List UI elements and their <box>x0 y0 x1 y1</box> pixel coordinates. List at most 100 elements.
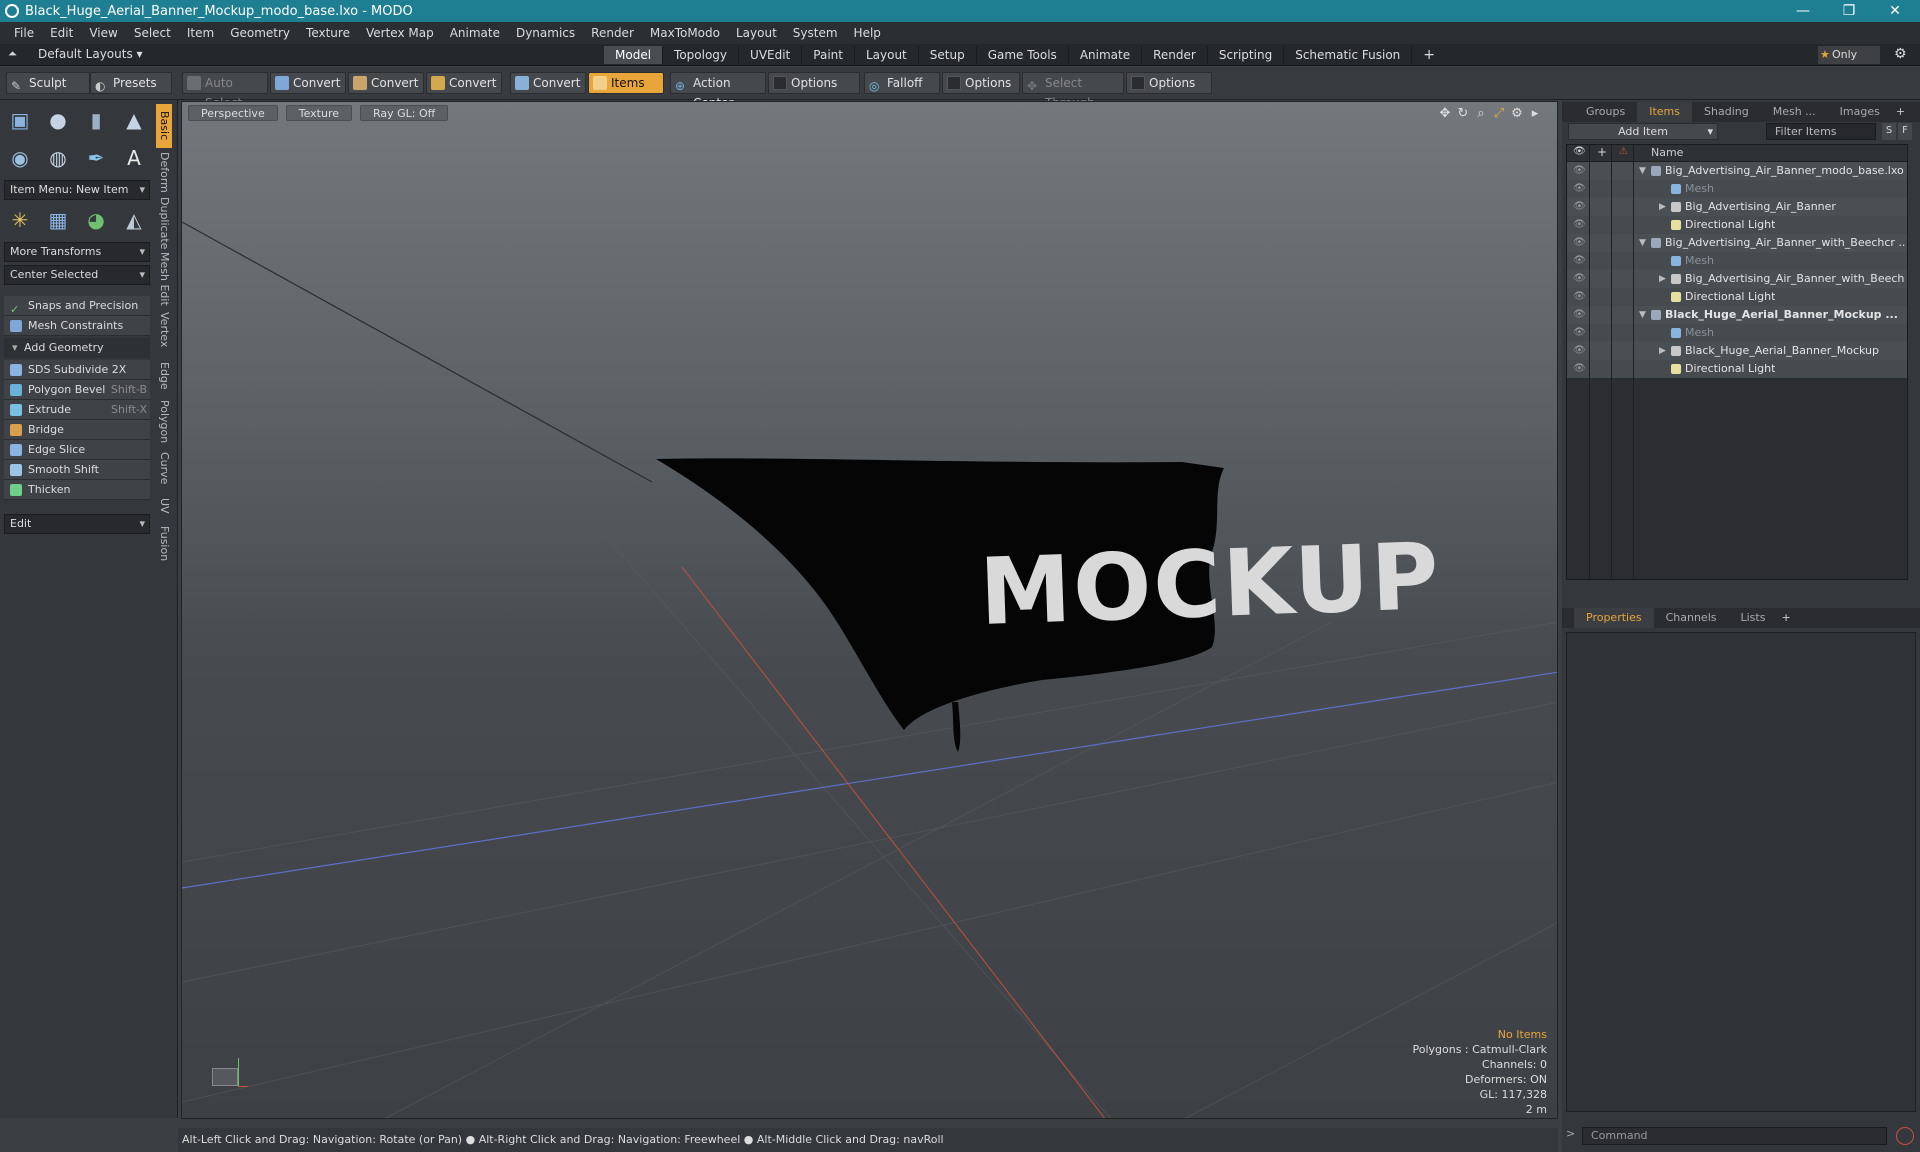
pen-icon[interactable]: ✒ <box>80 142 112 174</box>
vtab-duplicate[interactable]: Duplicate <box>156 196 172 250</box>
extrude-button[interactable]: Extrude Shift-X <box>4 400 150 420</box>
center-selected-dropdown[interactable]: Center Selected <box>4 265 150 285</box>
more-transforms-dropdown[interactable]: More Transforms <box>4 242 150 262</box>
visibility-eye-icon[interactable]: 👁 <box>1573 288 1586 306</box>
item-row[interactable]: 👁 Directional Light <box>1567 360 1907 378</box>
vtab-deform[interactable]: Deform <box>156 150 172 194</box>
vtab-mesh-edit[interactable]: Mesh Edit <box>156 252 172 306</box>
transform-icon[interactable]: ✳ <box>4 204 36 236</box>
sculpt-button[interactable]: ✎ Sculpt <box>6 72 90 94</box>
zoom-icon[interactable]: ⌕ <box>1472 106 1490 121</box>
capsule-icon[interactable]: ◍ <box>42 142 74 174</box>
expand-down-icon[interactable]: ▼ <box>1639 234 1646 252</box>
smooth-shift-button[interactable]: Smooth Shift <box>4 460 150 480</box>
add-tab-icon[interactable]: + <box>1412 46 1446 64</box>
presets-button[interactable]: ◐Presets F6 <box>90 72 172 110</box>
add-geometry-header[interactable]: Add Geometry <box>4 338 150 358</box>
snaps-precision-button[interactable]: ✓ Snaps and Precision <box>4 296 150 316</box>
tab-setup[interactable]: Setup <box>919 46 977 64</box>
tab-images[interactable]: Images <box>1828 102 1892 122</box>
visibility-eye-icon[interactable]: 👁 <box>1573 216 1586 234</box>
mesh-constraints-button[interactable]: Mesh Constraints <box>4 316 150 336</box>
edit-dropdown[interactable]: Edit <box>4 514 150 534</box>
rotate-icon[interactable]: ↻ <box>1454 106 1472 121</box>
visibility-eye-icon[interactable]: 👁 <box>1573 270 1586 288</box>
item-row[interactable]: 👁 Directional Light <box>1567 216 1907 234</box>
item-row[interactable]: 👁 ▶ Big_Advertising_Air_Banner <box>1567 198 1907 216</box>
menu-dynamics[interactable]: Dynamics <box>516 26 575 40</box>
3d-viewport[interactable]: MOCKUP Perspective Texture Ray GL: Off ✥… <box>181 101 1558 1119</box>
pan-icon[interactable]: ✥ <box>1436 106 1454 121</box>
convert-polygon-button[interactable]: Convert <box>426 72 502 94</box>
menu-vertex-map[interactable]: Vertex Map <box>366 26 434 40</box>
menu-help[interactable]: Help <box>854 26 881 40</box>
edge-slice-button[interactable]: Edge Slice <box>4 440 150 460</box>
torus-icon[interactable]: ◉ <box>4 142 36 174</box>
tab-animate[interactable]: Animate <box>1069 46 1143 64</box>
convert-edge-button[interactable]: Convert <box>348 72 424 94</box>
menu-view[interactable]: View <box>89 26 117 40</box>
maximize-button[interactable]: ❐ <box>1826 0 1872 22</box>
item-row[interactable]: 👁 ▼ Big_Advertising_Air_Banner_with_Beechc… <box>1567 234 1907 252</box>
tab-channels[interactable]: Channels <box>1654 608 1729 628</box>
action-center-options-button[interactable]: Options <box>768 72 860 94</box>
item-row[interactable]: 👁 ▼ Black_Huge_Aerial_Banner_Mockup ... <box>1567 306 1907 324</box>
expand-right-icon[interactable]: ▶ <box>1659 198 1666 216</box>
add-props-tab-icon[interactable]: + <box>1777 608 1794 628</box>
cube-icon[interactable]: ▣ <box>4 104 36 136</box>
default-layouts-dropdown[interactable]: Default Layouts ▾ <box>38 47 143 61</box>
menu-system[interactable]: System <box>793 26 838 40</box>
menu-maxtomodo[interactable]: MaxToModo <box>650 26 720 40</box>
globe-icon[interactable]: ◕ <box>80 204 112 236</box>
menu-item[interactable]: Item <box>187 26 214 40</box>
visibility-eye-icon[interactable]: 👁 <box>1573 252 1586 270</box>
menu-edit[interactable]: Edit <box>50 26 73 40</box>
select-options-button[interactable]: Options <box>1126 72 1212 94</box>
falloff-options-button[interactable]: Options <box>942 72 1020 94</box>
menu-file[interactable]: File <box>14 26 34 40</box>
tab-topology[interactable]: Topology <box>663 46 740 64</box>
vtab-vertex[interactable]: Vertex <box>156 308 172 352</box>
item-row[interactable]: 👁 Mesh <box>1567 180 1907 198</box>
viewport-settings-icon[interactable]: ⚙ <box>1508 106 1526 121</box>
sds-subdivide-button[interactable]: SDS Subdivide 2X <box>4 360 150 380</box>
record-icon[interactable] <box>1896 1127 1914 1145</box>
visibility-eye-icon[interactable]: 👁 <box>1573 342 1586 360</box>
visibility-eye-icon[interactable]: 👁 <box>1573 360 1586 378</box>
visibility-eye-icon[interactable]: 👁 <box>1573 306 1586 324</box>
tab-render[interactable]: Render <box>1142 46 1208 64</box>
render-column-icon[interactable]: ⚠ <box>1619 146 1628 157</box>
add-item-button[interactable]: Add Item ▾ <box>1568 123 1718 140</box>
item-list[interactable]: 👁 + ⚠ Name 👁 ▼ Big_Advertising_Air_Banner_… <box>1566 144 1908 580</box>
vtab-curve[interactable]: Curve <box>156 446 172 490</box>
vtab-uv[interactable]: UV <box>156 492 172 520</box>
visibility-eye-icon[interactable]: 👁 <box>1573 162 1586 180</box>
items-mode-button[interactable]: Items <box>588 72 664 94</box>
tab-model[interactable]: Model <box>604 46 664 64</box>
auto-select-button[interactable]: Auto Select <box>182 72 268 110</box>
tab-game-tools[interactable]: Game Tools <box>977 46 1069 64</box>
tab-layout[interactable]: Layout <box>855 46 919 64</box>
expand-right-icon[interactable]: ▶ <box>1659 342 1666 360</box>
tab-groups[interactable]: Groups <box>1574 102 1637 122</box>
tab-mesh[interactable]: Mesh ... <box>1761 102 1828 122</box>
tab-schematic-fusion[interactable]: Schematic Fusion <box>1284 46 1413 64</box>
texture-button[interactable]: Texture <box>285 105 352 121</box>
bridge-button[interactable]: Bridge <box>4 420 150 440</box>
tab-lists[interactable]: Lists <box>1729 608 1778 628</box>
visibility-column-icon[interactable]: 👁 <box>1573 146 1586 157</box>
filter-items-input[interactable]: Filter Items <box>1766 123 1876 140</box>
name-column-header[interactable]: Name <box>1651 146 1683 159</box>
tab-items[interactable]: Items <box>1637 102 1693 122</box>
menu-texture[interactable]: Texture <box>306 26 350 40</box>
expand-right-icon[interactable]: ▶ <box>1659 270 1666 288</box>
vtab-basic[interactable]: Basic <box>156 104 172 148</box>
filter-f-button[interactable]: F <box>1898 123 1912 140</box>
vtab-edge[interactable]: Edge <box>156 354 172 398</box>
layout-arrow-icon[interactable]: ⏶ <box>8 47 17 61</box>
command-input[interactable]: Command <box>1582 1127 1887 1145</box>
item-row[interactable]: 👁 Mesh <box>1567 324 1907 342</box>
item-menu-dropdown[interactable]: Item Menu: New Item <box>4 180 150 200</box>
tab-scripting[interactable]: Scripting <box>1208 46 1285 64</box>
text-tool-icon[interactable]: A <box>118 142 150 174</box>
